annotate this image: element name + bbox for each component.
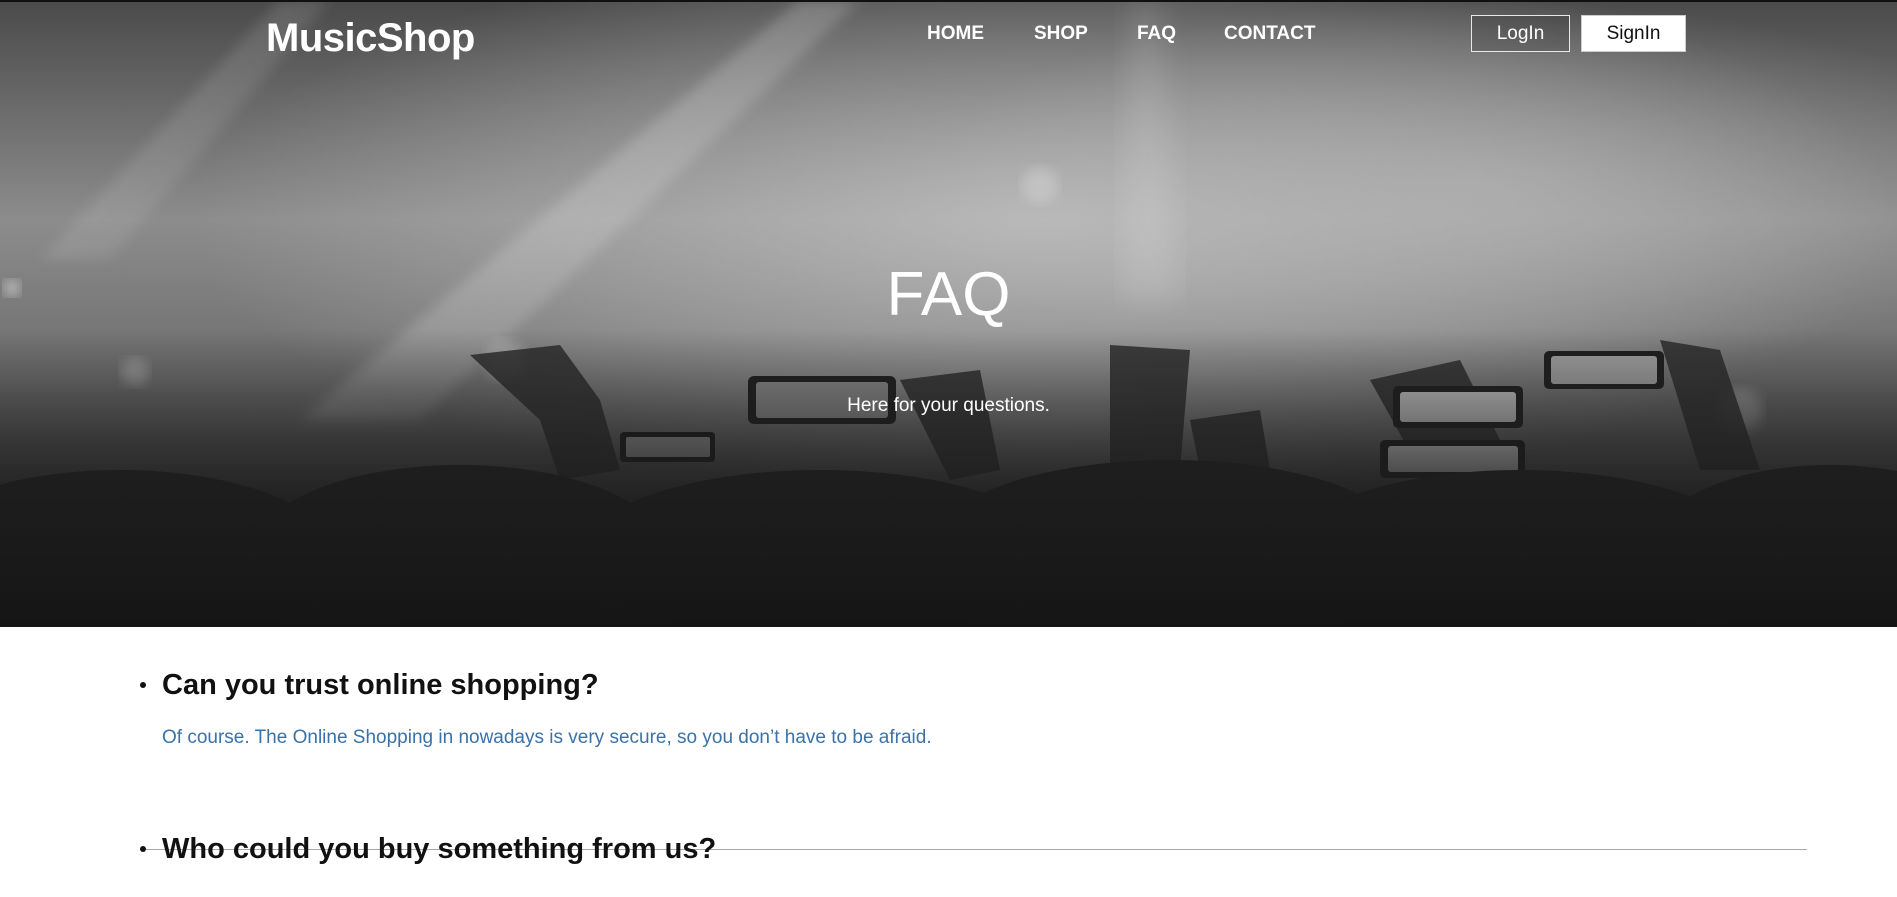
faq-question: Can you trust online shopping?	[162, 669, 599, 701]
hero-subtitle: Here for your questions.	[847, 395, 1050, 416]
bullet-icon	[140, 682, 146, 688]
bullet-icon	[140, 846, 146, 852]
faq-question: Who could you buy something from us?	[162, 833, 717, 865]
nav-contact-link[interactable]: CONTACT	[1224, 22, 1315, 46]
faq-answer: Of course. The Online Shopping in nowada…	[162, 727, 932, 748]
signin-button[interactable]: SignIn	[1581, 15, 1686, 52]
hero-section: MusicShop HOME SHOP FAQ CONTACT LogIn Si…	[0, 0, 1897, 627]
hero-title: FAQ	[886, 260, 1011, 329]
nav-faq-link[interactable]: FAQ	[1137, 22, 1176, 46]
faq-page: MusicShop HOME SHOP FAQ CONTACT LogIn Si…	[0, 0, 1897, 897]
top-edge-line	[0, 0, 1897, 2]
nav-home-link[interactable]: HOME	[927, 22, 984, 46]
nav-shop-link[interactable]: SHOP	[1034, 22, 1088, 46]
login-button[interactable]: LogIn	[1471, 15, 1570, 52]
